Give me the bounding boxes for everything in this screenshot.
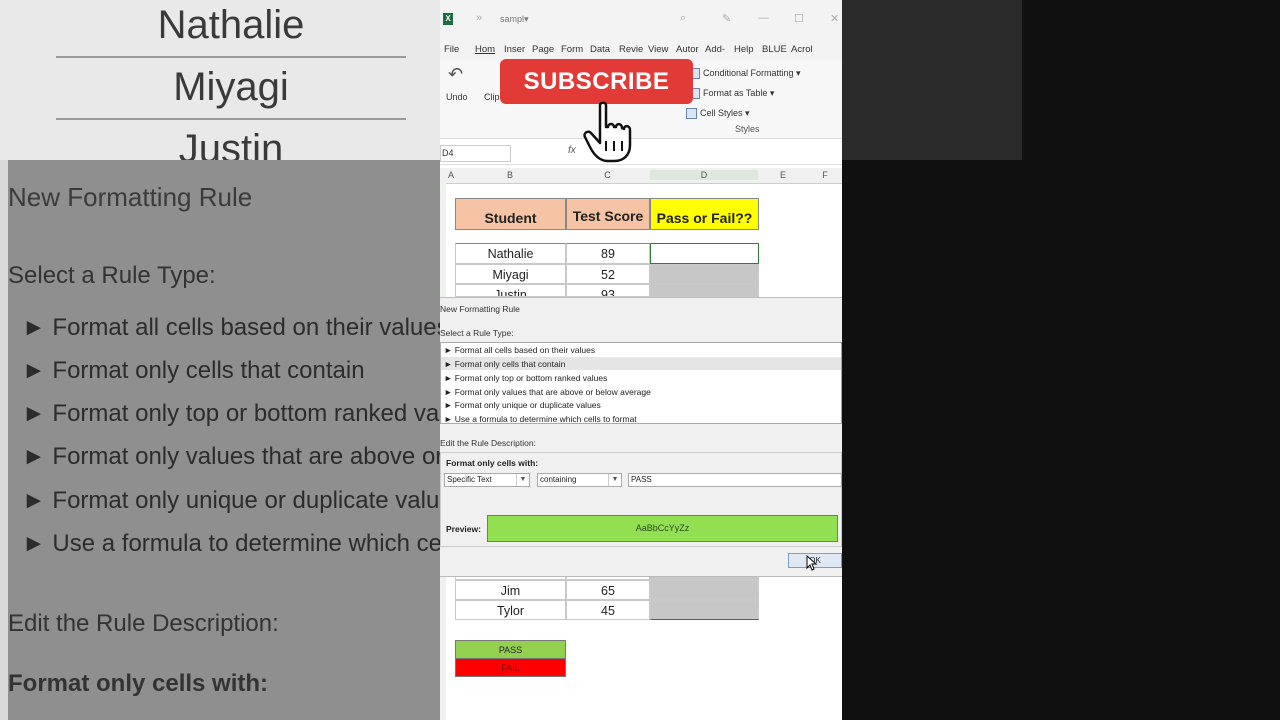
format-only-cells-with-label: Format only cells with: xyxy=(446,458,539,468)
format-preview: AaBbCcYyZz xyxy=(487,515,838,542)
bg-rule: ► Format only cells that contain xyxy=(22,357,365,384)
bg-rule: ► Format only unique or duplicate values xyxy=(22,487,440,514)
table-cell-score[interactable]: 89 xyxy=(566,243,650,264)
menu-blue[interactable]: BLUE xyxy=(762,44,787,55)
menu-page[interactable]: Page xyxy=(532,44,554,55)
fx-icon[interactable]: fx xyxy=(568,145,576,156)
cell-styles-button[interactable]: Cell Styles ▾ xyxy=(686,108,750,120)
bg-name-cell: Miyagi xyxy=(56,56,406,120)
text-value-input[interactable]: PASS xyxy=(628,473,842,487)
conditional-formatting-button[interactable]: Conditional Formatting ▾ xyxy=(689,68,801,80)
header-test-score[interactable]: Test Score xyxy=(566,198,650,230)
table-cell-score[interactable]: 52 xyxy=(566,264,650,284)
file-name[interactable]: sampl▾ xyxy=(500,14,529,25)
column-header-d[interactable]: D xyxy=(650,170,758,180)
format-as-table-button[interactable]: Format as Table ▾ xyxy=(689,88,774,100)
maximize-icon[interactable]: ☐ xyxy=(794,12,804,25)
column-header-e[interactable]: E xyxy=(759,170,807,180)
menu-addins[interactable]: Add- xyxy=(705,44,725,55)
preview-label: Preview: xyxy=(446,524,481,534)
table-cell-result[interactable] xyxy=(650,600,759,620)
excel-window: X » sampl▾ ⌕ ✎ — ☐ ✕ File Hom Inser Page… xyxy=(440,0,842,720)
clipboard-label[interactable]: Clip xyxy=(484,92,500,102)
menu-help[interactable]: Help xyxy=(734,44,754,55)
table-cell-result[interactable] xyxy=(650,264,759,284)
rule-item[interactable]: ► Format only values that are above or b… xyxy=(444,387,651,397)
table-cell-student[interactable]: Jim xyxy=(455,580,566,600)
menu-insert[interactable]: Inser xyxy=(504,44,525,55)
table-cell-student[interactable]: Miyagi xyxy=(455,264,566,284)
edit-rule-description-label: Edit the Rule Description: xyxy=(440,438,536,448)
mouse-cursor-icon xyxy=(806,555,818,571)
chevron-down-icon: ▼ xyxy=(608,474,621,486)
bg-rule: ► Format all cells based on their values xyxy=(22,314,440,341)
styles-group-label: Styles xyxy=(735,124,760,134)
menu-view[interactable]: View xyxy=(648,44,668,55)
table-cell-score[interactable]: 45 xyxy=(566,600,650,620)
column-header-f[interactable]: F xyxy=(808,170,842,180)
rule-item-selected[interactable]: ► Format only cells that contain xyxy=(444,359,565,369)
cell-styles-icon xyxy=(686,108,697,120)
background-right-panel xyxy=(842,0,1280,720)
chevron-down-icon: ▼ xyxy=(516,474,529,486)
table-cell-score[interactable]: 93 xyxy=(566,284,650,297)
menu-automate[interactable]: Autor xyxy=(676,44,699,55)
undo-label[interactable]: Undo xyxy=(446,92,468,102)
rule-item[interactable]: ► Use a formula to determine which cells… xyxy=(444,414,637,424)
menu-home[interactable]: Hom xyxy=(475,44,495,55)
overflow-icon[interactable]: » xyxy=(476,12,482,24)
bg-rule: ► Format only top or bottom ranked value… xyxy=(22,400,440,427)
menu-formulas[interactable]: Form xyxy=(561,44,583,55)
header-pass-or-fail[interactable]: Pass or Fail?? xyxy=(650,198,759,230)
bg-rule: ► Use a formula to determine which cells… xyxy=(22,530,440,557)
table-cell-student[interactable]: Nathalie xyxy=(455,243,566,264)
column-header-c[interactable]: C xyxy=(566,170,649,180)
background-left-panel: Nathalie Miyagi Justin New Formatting Ru… xyxy=(0,0,440,720)
minimize-icon[interactable]: — xyxy=(758,12,769,24)
close-icon[interactable]: ✕ xyxy=(830,12,839,25)
bg-edit-label: Edit the Rule Description: xyxy=(8,610,279,637)
table-cell-student[interactable]: Tylor xyxy=(455,600,566,620)
select-rule-type-label: Select a Rule Type: xyxy=(440,328,514,338)
pointing-hand-icon xyxy=(583,101,632,163)
column-header-b[interactable]: B xyxy=(455,170,565,180)
condition-type-dropdown[interactable]: Specific Text ▼ xyxy=(444,473,530,487)
bg-format-label: Format only cells with: xyxy=(8,670,269,697)
rule-item[interactable]: ► Format only unique or duplicate values xyxy=(444,400,601,410)
header-student[interactable]: Student xyxy=(455,198,566,230)
legend-pass-cell[interactable]: PASS xyxy=(455,640,566,659)
rule-item[interactable]: ► Format only top or bottom ranked value… xyxy=(444,373,607,383)
pen-icon[interactable]: ✎ xyxy=(722,12,731,25)
name-box[interactable]: D4 xyxy=(440,145,511,162)
bg-select-label: Select a Rule Type: xyxy=(8,262,216,289)
excel-icon: X xyxy=(443,13,453,25)
menu-data[interactable]: Data xyxy=(590,44,610,55)
search-icon[interactable]: ⌕ xyxy=(680,12,686,25)
rule-item[interactable]: ► Format all cells based on their values xyxy=(444,345,595,355)
undo-icon[interactable]: ↶ xyxy=(448,64,463,85)
table-cell-score[interactable]: 65 xyxy=(566,580,650,600)
table-cell-result[interactable] xyxy=(650,284,759,297)
bg-name-cell: Nathalie xyxy=(56,0,406,58)
bg-rule: ► Format only values that are above or b… xyxy=(22,443,440,470)
menu-acrobat[interactable]: Acrol xyxy=(791,44,813,55)
menu-file[interactable]: File xyxy=(444,44,459,55)
menu-review[interactable]: Revie xyxy=(619,44,643,55)
subscribe-banner[interactable]: SUBSCRIBE xyxy=(500,59,693,104)
table-cell-result[interactable] xyxy=(650,580,759,600)
table-cell-result-selected[interactable] xyxy=(650,243,759,264)
bg-dialog-title: New Formatting Rule xyxy=(8,182,253,212)
legend-fail-cell[interactable]: FAIL xyxy=(455,658,566,677)
table-cell-student[interactable]: Justin xyxy=(455,284,566,297)
operator-dropdown[interactable]: containing ▼ xyxy=(537,473,622,487)
dialog-title: New Formatting Rule xyxy=(440,304,520,314)
